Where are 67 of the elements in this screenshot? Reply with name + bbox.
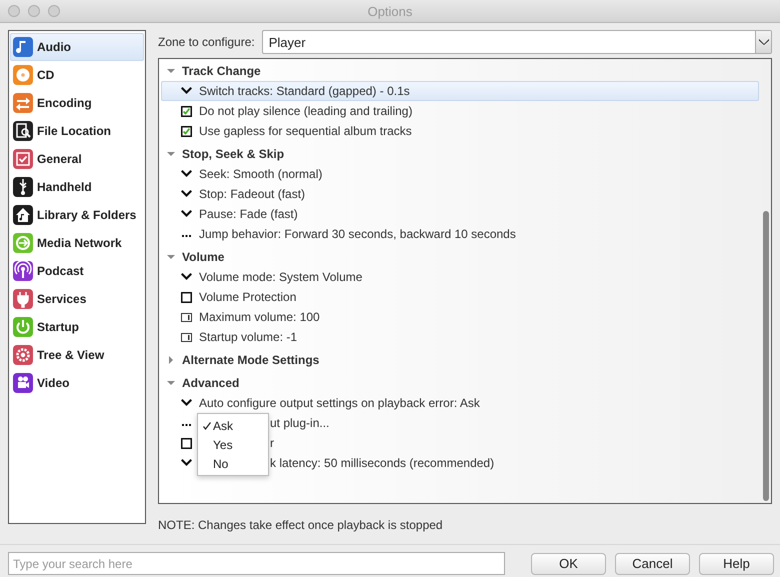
chevron-down-icon: [181, 459, 192, 467]
note-text: NOTE: Changes take effect once playback is stopped: [158, 518, 444, 532]
chevron-down-icon: [181, 399, 192, 407]
scrollbar-thumb[interactable]: [763, 211, 769, 501]
section-header[interactable]: Track Change: [161, 61, 759, 81]
setting-row[interactable]: Stop: Fadeout (fast): [161, 184, 759, 204]
zone-label: Zone to configure:: [158, 35, 255, 49]
setting-row[interactable]: Volume Protection: [161, 287, 759, 307]
category-item[interactable]: Media Network: [10, 229, 144, 257]
chevron-down-icon: [181, 87, 192, 95]
category-item[interactable]: CD: [10, 61, 144, 89]
section-header[interactable]: Alternate Mode Settings: [161, 350, 759, 370]
category-item[interactable]: Tree & View: [10, 341, 144, 369]
section-header[interactable]: Volume: [161, 247, 759, 267]
setting-row[interactable]: Maximum volume: 100: [161, 307, 759, 327]
category-item[interactable]: Handheld: [10, 173, 144, 201]
number-field-icon: [181, 332, 192, 342]
category-item[interactable]: Podcast: [10, 257, 144, 285]
setting-label[interactable]: k latency: 50 milliseconds (recommended): [270, 456, 494, 470]
setting-row[interactable]: Jump behavior: Forward 30 seconds, backward 10 seconds: [161, 224, 759, 244]
expanded-triangle-icon: [167, 253, 175, 261]
category-item[interactable]: Startup: [10, 313, 144, 341]
category-item[interactable]: General: [10, 145, 144, 173]
category-item[interactable]: Encoding: [10, 89, 144, 117]
window-title: Options: [368, 4, 412, 18]
expanded-triangle-icon: [167, 150, 175, 158]
category-item[interactable]: Video: [10, 369, 144, 397]
setting-row[interactable]: Auto configure output settings on playback error: Ask: [161, 393, 759, 413]
setting-row[interactable]: Seek: Smooth (normal): [161, 164, 759, 184]
zone-dropdown[interactable]: Player: [262, 30, 772, 54]
setting-row[interactable]: Use gapless for sequential album tracks: [161, 121, 759, 141]
chevron-down-icon: [181, 210, 192, 218]
ok-button[interactable]: OK: [531, 552, 606, 574]
checkbox[interactable]: [181, 438, 192, 448]
setting-row[interactable]: Volume mode: System Volume: [161, 267, 759, 287]
setting-row[interactable]: Startup volume: -1: [161, 327, 759, 347]
setting-label[interactable]: r: [270, 436, 274, 450]
category-item[interactable]: Audio: [10, 33, 144, 61]
category-item[interactable]: Services: [10, 285, 144, 313]
menu-item[interactable]: No: [198, 454, 268, 473]
section-header[interactable]: Advanced: [161, 373, 759, 393]
minimize-button[interactable]: [28, 5, 40, 17]
checkbox[interactable]: [181, 106, 192, 116]
search-field[interactable]: Type your search here: [8, 552, 505, 575]
number-field-icon: [181, 312, 192, 322]
selected-setting-row[interactable]: Switch tracks: Standard (gapped) - 0.1s: [161, 81, 759, 101]
setting-row[interactable]: Do not play silence (leading and trailing): [161, 101, 759, 121]
close-button[interactable]: [8, 5, 20, 17]
checkbox[interactable]: [181, 126, 192, 136]
menu-item[interactable]: Ask: [198, 416, 268, 435]
checkbox[interactable]: [181, 292, 192, 302]
section-header[interactable]: Stop, Seek & Skip: [161, 144, 759, 164]
menu-item[interactable]: Yes: [198, 435, 268, 454]
chevron-down-icon: [181, 273, 192, 281]
chevron-down-icon: [758, 39, 768, 45]
zoom-button[interactable]: [48, 5, 60, 17]
cancel-button[interactable]: Cancel: [615, 552, 690, 574]
chevron-down-icon: [181, 190, 192, 198]
category-item[interactable]: Library & Folders: [10, 201, 144, 229]
setting-row[interactable]: Pause: Fade (fast): [161, 204, 759, 224]
help-button[interactable]: Help: [699, 552, 774, 574]
category-item[interactable]: File Location: [10, 117, 144, 145]
chevron-down-icon: [181, 170, 192, 178]
setting-label[interactable]: ut plug-in...: [270, 416, 330, 430]
collapsed-triangle-icon: [167, 356, 175, 364]
expanded-triangle-icon: [167, 379, 175, 387]
expanded-triangle-icon: [167, 67, 175, 75]
